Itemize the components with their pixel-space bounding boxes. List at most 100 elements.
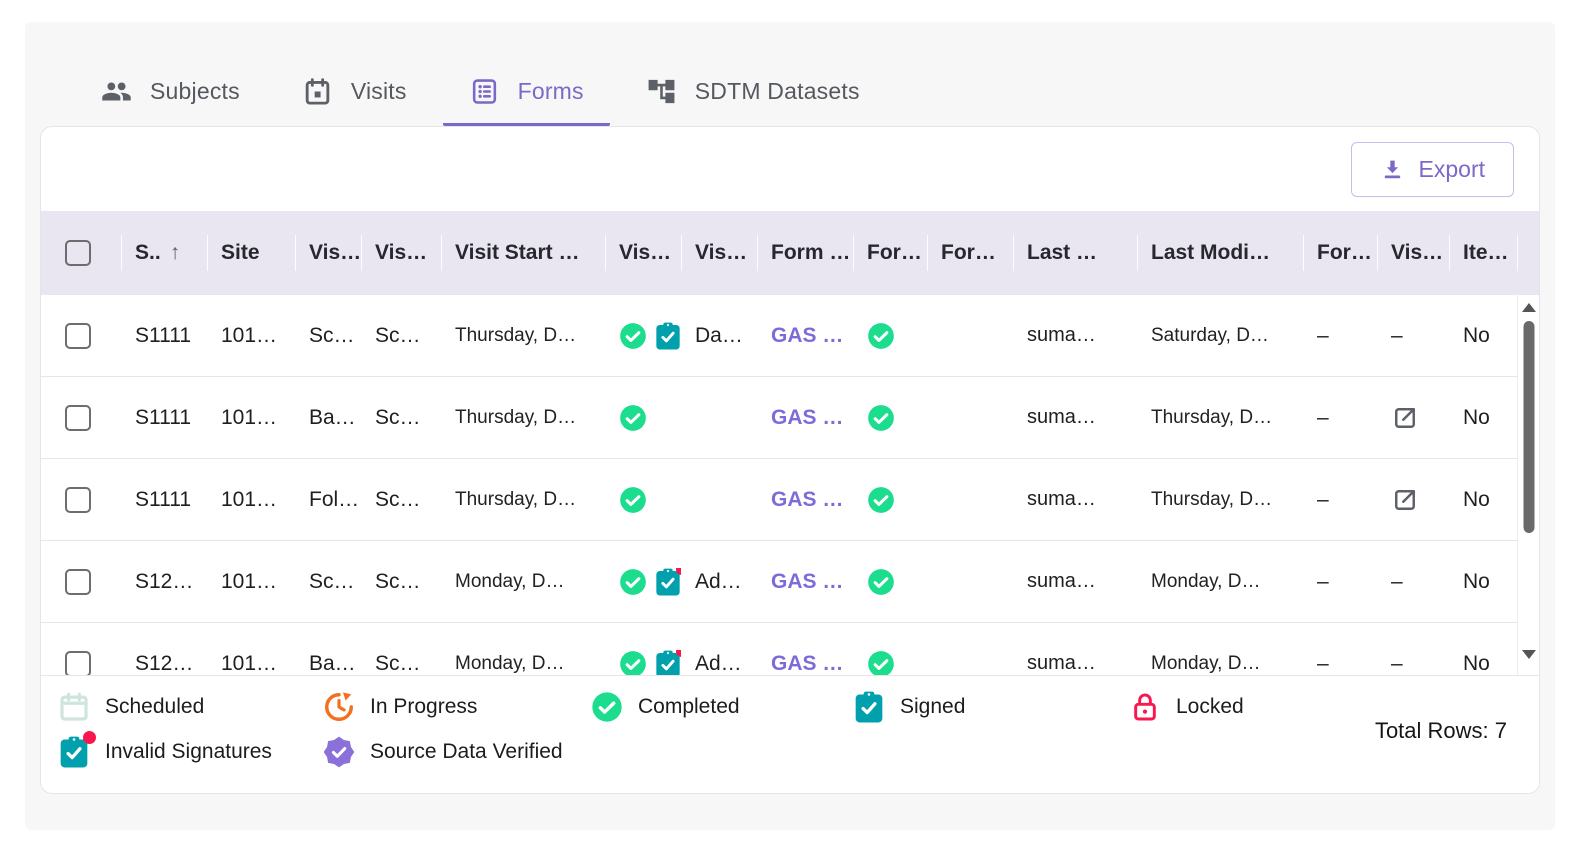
legend-item-invalid-signatures: Invalid Signatures [58,731,323,768]
legend-label: Scheduled [105,695,205,718]
cell-subject-id: S1111 [135,487,192,511]
cell-item: No [1463,487,1490,511]
invalid-signature-icon [654,567,681,596]
cell-select [41,322,121,349]
cell-subject-id: S12… [135,651,194,675]
cell-visit-start-date: Thursday, D… [455,324,577,346]
cell-visit-link: – [1377,652,1449,676]
cell-last-modified-date: Monday, D… [1151,652,1261,674]
cell-subject-id: S1111 [135,323,192,347]
column-header-visit-name[interactable]: Vis… [361,211,441,295]
column-header-site[interactable]: Site [207,211,295,295]
form-link[interactable]: GAS … [771,406,843,430]
cell-item: No [1463,323,1490,347]
open-visit-icon[interactable] [1391,404,1419,432]
row-checkbox[interactable] [65,568,91,595]
cell-site: 101… [221,487,278,511]
source-data-verified-icon [323,736,355,768]
legend-item-scheduled: Scheduled [58,691,323,723]
column-header-visit-type[interactable]: Vis… [295,211,361,295]
form-link[interactable]: GAS … [771,324,843,348]
column-header-item[interactable]: Ite… [1449,211,1517,295]
cell-form-name: GAS … [757,488,853,512]
cell-site: 101… [221,405,278,429]
legend-item-completed: Completed [591,691,853,723]
cell-visit-link-value: – [1391,569,1403,593]
column-header-visit-extra[interactable]: Vis… [681,211,757,295]
people-icon [101,76,132,107]
cell-form-status [853,404,927,432]
form-icon [469,76,500,107]
cell-visit-link: – [1377,324,1449,348]
scroll-down-arrow-icon[interactable] [1521,650,1536,659]
table-row: S1111 101… Fol… Sc… Thursday, D… GAS … s… [41,459,1539,541]
column-header-visit-link[interactable]: Vis… [1377,211,1449,295]
open-visit-icon[interactable] [1391,486,1419,514]
column-header-last-modified-date[interactable]: Last Modi… [1137,211,1303,295]
column-header-last-modified-by[interactable]: Last … [1013,211,1137,295]
column-header-form-name[interactable]: Form … [757,211,853,295]
table-row: S1111 101… Ba… Sc… Thursday, D… GAS … su… [41,377,1539,459]
cell-form-other: – [1317,651,1329,675]
column-header-select[interactable] [41,211,121,295]
column-label-form-other: For… [1317,241,1372,264]
scrollbar-thumb[interactable] [1523,321,1534,533]
column-label-form-status: For… [867,241,922,264]
tab-subjects-label: Subjects [150,78,240,104]
tab-forms[interactable]: Forms [442,76,610,126]
cell-subject-id: S12… [135,569,194,593]
main-panel: Subjects Visits Forms SDTM Datasets Expo… [25,22,1555,830]
row-checkbox[interactable] [65,322,91,349]
tab-subjects[interactable]: Subjects [75,76,266,126]
row-checkbox[interactable] [65,486,91,513]
tab-visits[interactable]: Visits [276,76,433,126]
signed-icon [853,691,885,723]
export-button[interactable]: Export [1350,141,1514,197]
sort-asc-icon[interactable]: ↑ [170,241,181,265]
cell-visit-status [605,486,681,514]
cell-last-modified-date: Monday, D… [1151,570,1261,592]
cell-visit-type: Fol… [309,487,360,511]
cell-visit-type: Sc… [309,323,355,347]
cell-visit-link: – [1377,570,1449,594]
column-header-form-status[interactable]: For… [853,211,927,295]
scroll-up-arrow-icon[interactable] [1521,303,1536,312]
cell-visit-start-date: Thursday, D… [455,488,577,510]
cell-visit-name: Sc… [375,651,421,675]
column-label-form-extra: For… [941,241,996,264]
row-checkbox[interactable] [65,404,91,431]
tab-sdtm-datasets[interactable]: SDTM Datasets [620,76,886,126]
select-all-checkbox[interactable] [65,240,91,266]
column-header-visit-start[interactable]: Visit Start … [441,211,605,295]
form-link[interactable]: GAS … [771,570,843,594]
legend-label: Signed [900,695,966,718]
cell-visit-start-date: Monday, D… [455,652,565,674]
cell-visit-status [605,404,681,432]
column-header-visit-status[interactable]: Vis… [605,211,681,295]
cell-visit-link-value: – [1391,651,1403,675]
cell-last-modified-by: suma… [1027,652,1096,674]
calendar-icon [302,76,333,107]
cell-visit-status [605,322,681,350]
legend-row-1: Scheduled In Progress Completed Signed Locke… [58,691,1539,723]
table-row: S12… 101… Sc… Sc… Monday, D… Ad… GAS … s… [41,541,1539,623]
cell-form-name: GAS … [757,324,853,348]
column-label-form-name: Form … [771,241,851,264]
cell-last-modified-by: suma… [1027,324,1096,346]
cell-subject-id: S1111 [135,405,192,429]
cell-last-modified-by: suma… [1027,406,1096,428]
form-link[interactable]: GAS … [771,488,843,512]
vertical-scrollbar[interactable] [1517,295,1539,675]
cell-form-status [853,650,927,675]
column-header-form-other[interactable]: For… [1303,211,1377,295]
cell-select [41,650,121,675]
row-checkbox[interactable] [65,650,91,675]
tab-sdtm-label: SDTM Datasets [694,78,860,104]
tab-forms-label: Forms [517,78,584,104]
column-header-subject[interactable]: S.. ↑ [121,211,207,295]
column-label-visit-link: Vis… [1391,241,1444,264]
legend-label: Completed [638,695,740,718]
completed-icon [867,650,895,675]
form-link[interactable]: GAS … [771,652,843,676]
column-header-form-extra[interactable]: For… [927,211,1013,295]
